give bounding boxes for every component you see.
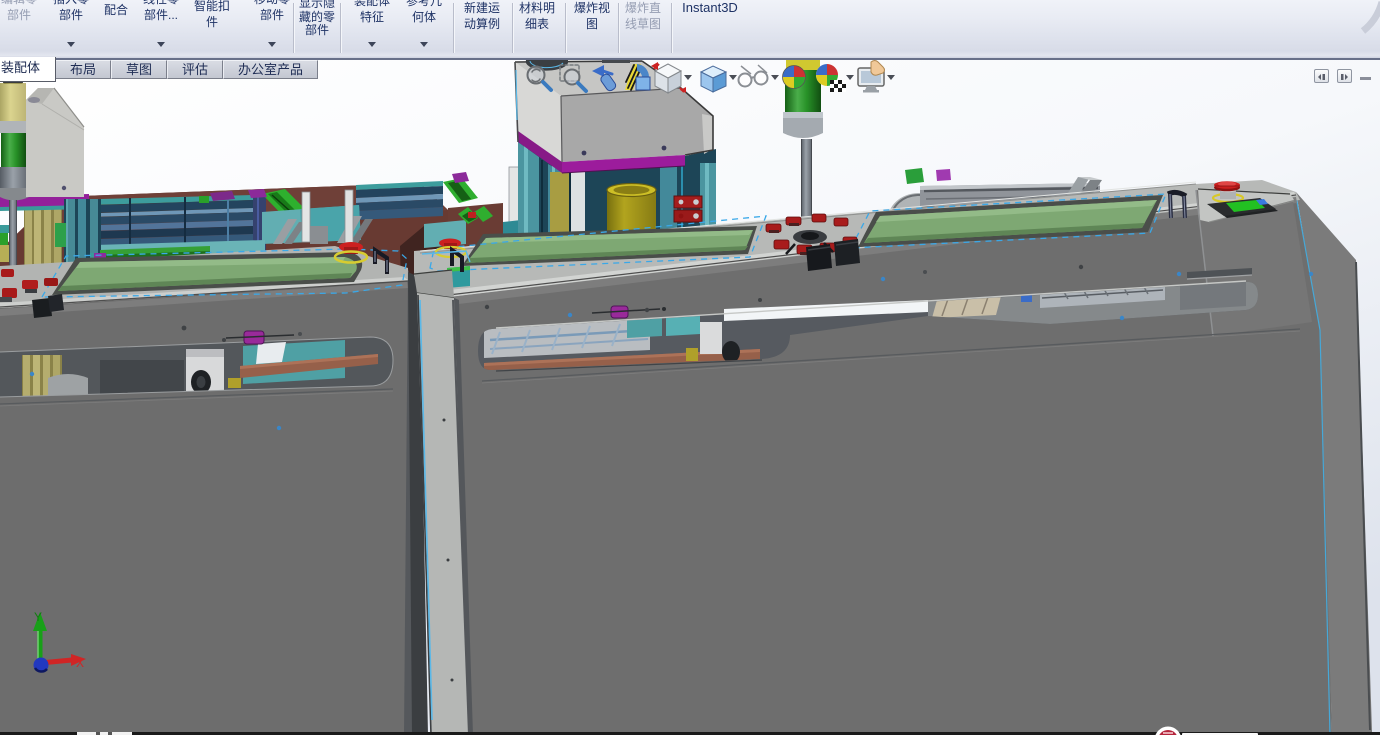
svg-text:X: X — [76, 656, 84, 670]
svg-text:Y: Y — [34, 610, 42, 624]
